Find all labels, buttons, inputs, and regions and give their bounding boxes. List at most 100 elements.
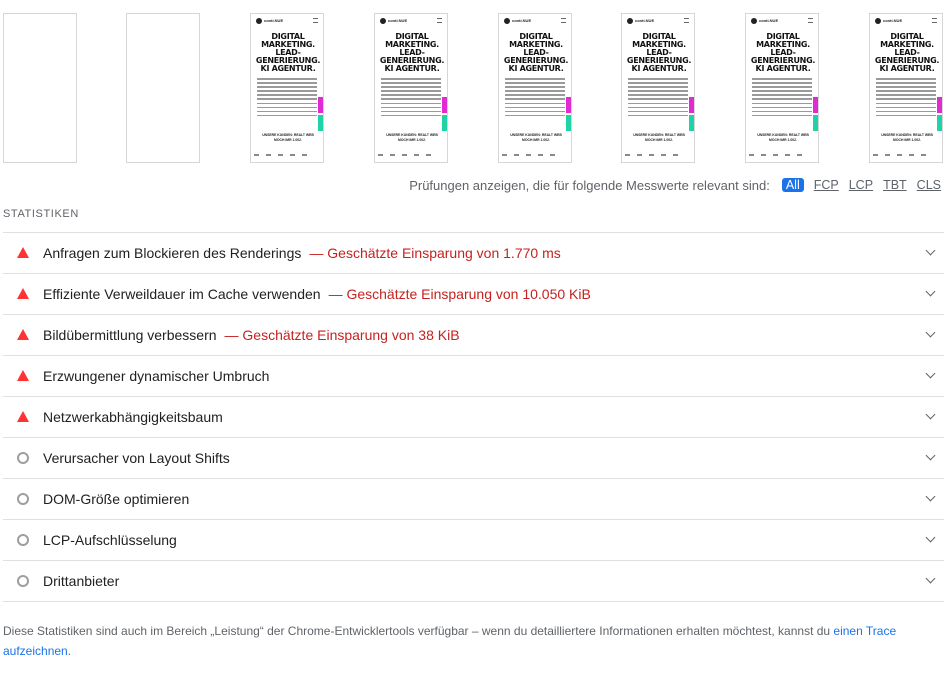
audit-row[interactable]: Netzwerkabhängigkeitsbaum: [3, 396, 944, 437]
chevron-down-icon[interactable]: [925, 368, 936, 379]
audit-row[interactable]: DOM-Größe optimieren: [3, 478, 944, 519]
informative-circle-icon: [16, 492, 30, 506]
frame-paragraph: [505, 78, 565, 119]
logo-icon: [627, 18, 633, 24]
chevron-down-icon[interactable]: [925, 450, 936, 461]
footer-note: Diese Statistiken sind auch im Bereich „…: [3, 622, 933, 661]
fail-triangle-icon: [16, 369, 30, 383]
frame-cta: UNSERE KUNDEN: REALT WEB MOCH IMR 1.002.: [510, 133, 562, 142]
frame-headline: DIGITAL MARKETING. LEAD-GENERIERUNG. KI …: [750, 32, 816, 73]
frame-bottom-nav: [502, 154, 570, 158]
filmstrip-frame: conti.NUE DIGITAL MARKETING. LEAD-GENERIE…: [374, 13, 448, 163]
filmstrip-frame: conti.NUE DIGITAL MARKETING. LEAD-GENERIE…: [745, 13, 819, 163]
filmstrip-frame: conti.NUE DIGITAL MARKETING. LEAD-GENERIE…: [498, 13, 572, 163]
logo-icon: [380, 18, 386, 24]
audit-title: LCP-Aufschlüsselung: [43, 532, 177, 548]
audit-row[interactable]: Effiziente Verweildauer im Cache verwend…: [3, 273, 944, 314]
audit-title: Drittanbieter: [43, 573, 120, 589]
filmstrip-frame: [126, 13, 200, 163]
logo-text: conti.NUE: [264, 18, 284, 23]
logo-text: conti.NUE: [388, 18, 408, 23]
frame-headline: DIGITAL MARKETING. LEAD-GENERIERUNG. KI …: [626, 32, 692, 73]
side-tab-green: [442, 115, 447, 131]
informative-circle-icon: [16, 451, 30, 465]
site-logo: conti.NUE: [627, 18, 689, 26]
chevron-down-icon[interactable]: [925, 532, 936, 543]
site-logo: conti.NUE: [504, 18, 566, 26]
side-tab-green: [689, 115, 694, 131]
audit-row[interactable]: LCP-Aufschlüsselung: [3, 519, 944, 560]
frame-headline: DIGITAL MARKETING. LEAD-GENERIERUNG. KI …: [874, 32, 940, 73]
audit-saving: — Geschätzte Einsparung von 10.050 KiB: [328, 286, 591, 302]
logo-icon: [875, 18, 881, 24]
audit-title: Anfragen zum Blockieren des Renderings: [43, 245, 302, 261]
frame-cta: UNSERE KUNDEN: REALT WEB MOCH IMR 1.002.: [386, 133, 438, 142]
logo-text: conti.NUE: [635, 18, 655, 23]
side-tab-magenta: [937, 97, 942, 113]
side-tab-magenta: [318, 97, 323, 113]
filmstrip-frame: conti.NUE DIGITAL MARKETING. LEAD-GENERIE…: [250, 13, 324, 163]
audit-row[interactable]: Verursacher von Layout Shifts: [3, 437, 944, 478]
hamburger-icon: [684, 18, 689, 23]
frame-cta: UNSERE KUNDEN: REALT WEB MOCH IMR 1.002.: [633, 133, 685, 142]
chevron-down-icon[interactable]: [925, 286, 936, 297]
frame-bottom-nav: [749, 154, 817, 158]
fail-triangle-icon: [16, 246, 30, 260]
site-logo: conti.NUE: [256, 18, 318, 26]
logo-text: conti.NUE: [512, 18, 532, 23]
filter-chip-lcp[interactable]: LCP: [849, 178, 873, 192]
frame-headline: DIGITAL MARKETING. LEAD-GENERIERUNG. KI …: [255, 32, 321, 73]
audit-row[interactable]: Bildübermittlung verbessern — Geschätzte …: [3, 314, 944, 355]
footer-end: .: [67, 643, 72, 658]
audit-title: Netzwerkabhängigkeitsbaum: [43, 409, 223, 425]
filter-chip-fcp[interactable]: FCP: [814, 178, 839, 192]
frame-bottom-nav: [625, 154, 693, 158]
audit-list: Anfragen zum Blockieren des Renderings — …: [3, 232, 944, 602]
chevron-down-icon[interactable]: [925, 409, 936, 420]
frame-paragraph: [381, 78, 441, 119]
frame-cta: UNSERE KUNDEN: REALT WEB MOCH IMR 1.002.: [881, 133, 933, 142]
audit-saving: — Geschätzte Einsparung von 1.770 ms: [309, 245, 561, 261]
audit-saving: — Geschätzte Einsparung von 38 KiB: [224, 327, 460, 343]
side-tab-magenta: [813, 97, 818, 113]
filter-chip-cls[interactable]: CLS: [917, 178, 941, 192]
chevron-down-icon[interactable]: [925, 327, 936, 338]
hamburger-icon: [437, 18, 442, 23]
filmstrip-frame: [3, 13, 77, 163]
filter-chip-all[interactable]: All: [781, 178, 804, 192]
audit-row[interactable]: Drittanbieter: [3, 560, 944, 602]
hamburger-icon: [561, 18, 566, 23]
frame-paragraph: [752, 78, 812, 119]
fail-triangle-icon: [16, 328, 30, 342]
audit-row[interactable]: Erzwungener dynamischer Umbruch: [3, 355, 944, 396]
frame-bottom-nav: [873, 154, 941, 158]
logo-icon: [751, 18, 757, 24]
section-title: STATISTIKEN: [3, 208, 79, 220]
informative-circle-icon: [16, 574, 30, 588]
audit-row[interactable]: Anfragen zum Blockieren des Renderings — …: [3, 232, 944, 273]
metric-filter-label: Prüfungen anzeigen, die für folgende Mes…: [409, 177, 770, 193]
frame-bottom-nav: [254, 154, 322, 158]
frame-headline: DIGITAL MARKETING. LEAD-GENERIERUNG. KI …: [503, 32, 569, 73]
frame-paragraph: [876, 78, 936, 119]
audit-title: Verursacher von Layout Shifts: [43, 450, 230, 466]
logo-icon: [256, 18, 262, 24]
site-logo: conti.NUE: [875, 18, 937, 26]
chevron-down-icon[interactable]: [925, 245, 936, 256]
side-tab-green: [566, 115, 571, 131]
frame-cta: UNSERE KUNDEN: REALT WEB MOCH IMR 1.002.: [262, 133, 314, 142]
audit-title: Erzwungener dynamischer Umbruch: [43, 368, 270, 384]
filter-chip-tbt[interactable]: TBT: [883, 178, 907, 192]
side-tab-green: [813, 115, 818, 131]
filmstrip-frame: conti.NUE DIGITAL MARKETING. LEAD-GENERIE…: [869, 13, 943, 163]
audit-title: DOM-Größe optimieren: [43, 491, 190, 507]
side-tab-green: [937, 115, 942, 131]
hamburger-icon: [808, 18, 813, 23]
logo-text: conti.NUE: [883, 18, 903, 23]
chevron-down-icon[interactable]: [925, 573, 936, 584]
chevron-down-icon[interactable]: [925, 491, 936, 502]
filmstrip-frame: conti.NUE DIGITAL MARKETING. LEAD-GENERIE…: [621, 13, 695, 163]
hamburger-icon: [313, 18, 318, 23]
hamburger-icon: [932, 18, 937, 23]
audit-title: Effiziente Verweildauer im Cache verwend…: [43, 286, 321, 302]
